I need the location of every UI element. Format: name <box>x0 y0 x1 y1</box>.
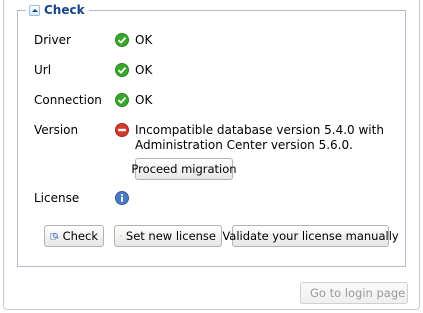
error-circle-icon <box>115 123 129 137</box>
check-button[interactable]: Check <box>44 225 104 247</box>
version-message-line2: Administration Center version 5.6.0. <box>135 138 353 152</box>
version-message: Incompatible database version 5.4.0 with… <box>135 123 384 153</box>
driver-status: OK <box>135 33 153 47</box>
key-icon <box>120 235 122 237</box>
url-status: OK <box>135 63 153 77</box>
check-magnifier-icon <box>50 233 59 240</box>
check-circle-icon <box>115 33 129 47</box>
driver-label: Driver <box>34 33 71 47</box>
proceed-migration-button[interactable]: Proceed migration <box>131 158 237 180</box>
check-button-label: Check <box>62 229 98 243</box>
validate-license-button[interactable]: Validate your license manually <box>222 225 399 247</box>
go-to-login-button[interactable]: Go to login page <box>300 282 408 304</box>
version-label: Version <box>34 123 79 137</box>
check-circle-icon <box>115 63 129 77</box>
set-new-license-label: Set new license <box>125 229 216 243</box>
proceed-migration-label: Proceed migration <box>131 162 237 176</box>
fieldset-legend: Check <box>26 2 89 18</box>
collapse-toggle-icon[interactable] <box>29 4 40 16</box>
url-label: Url <box>34 63 52 77</box>
connection-status: OK <box>135 93 153 107</box>
validate-license-label: Validate your license manually <box>222 229 399 243</box>
info-circle-icon <box>115 191 129 205</box>
version-message-line1: Incompatible database version 5.4.0 with <box>135 123 384 137</box>
license-label: License <box>34 191 80 205</box>
connection-label: Connection <box>34 93 102 107</box>
section-title: Check <box>44 3 85 17</box>
set-new-license-button[interactable]: Set new license <box>114 225 222 247</box>
check-circle-icon <box>115 93 129 107</box>
go-to-login-label: Go to login page <box>310 286 406 300</box>
